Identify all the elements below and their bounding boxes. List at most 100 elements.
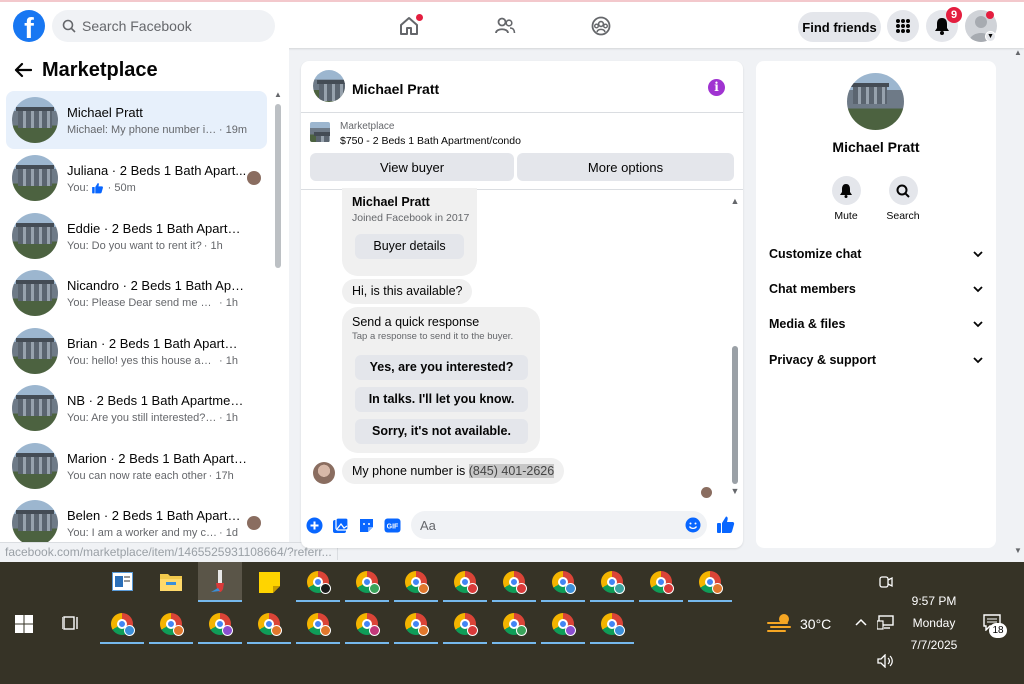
page-scrollbar[interactable]: ▲ ▼ <box>1012 48 1024 560</box>
taskbar-paint-app[interactable] <box>198 562 242 602</box>
taskbar-chrome-window[interactable] <box>100 604 144 644</box>
friends-icon[interactable] <box>491 12 519 40</box>
contact-name[interactable]: Michael Pratt <box>756 139 996 155</box>
conversation-item[interactable]: NB · 2 Beds 1 Bath Apartment/c... You: Ar… <box>6 379 267 437</box>
conversation-item[interactable]: Belen · 2 Beds 1 Bath Apartm... You: I am… <box>6 494 267 548</box>
taskbar-chrome-window[interactable] <box>639 562 683 602</box>
weather-temperature[interactable]: 30°C <box>800 616 831 632</box>
menu-grid-icon[interactable] <box>887 10 919 42</box>
media-files-section[interactable]: Media & files <box>769 313 983 335</box>
marketplace-title: Marketplace <box>42 58 158 81</box>
taskbar-chrome-window[interactable] <box>688 562 732 602</box>
clock-date[interactable]: 7/7/2025 <box>905 638 963 652</box>
quick-response-not-available[interactable]: Sorry, it's not available. <box>355 419 528 444</box>
volume-icon[interactable] <box>877 654 894 668</box>
meet-now-icon[interactable] <box>879 574 893 590</box>
view-buyer-button[interactable]: View buyer <box>310 153 514 181</box>
chat-members-section[interactable]: Chat members <box>769 278 983 300</box>
facebook-logo[interactable]: f <box>13 10 45 42</box>
contact-avatar[interactable] <box>313 70 345 102</box>
clock-time[interactable]: 9:57 PM <box>905 594 963 608</box>
search-input[interactable] <box>82 18 262 34</box>
privacy-support-section[interactable]: Privacy & support <box>769 349 983 371</box>
home-notification-dot <box>416 14 423 21</box>
taskbar-chrome-window[interactable] <box>394 562 438 602</box>
taskbar-chrome-window[interactable] <box>541 604 585 644</box>
sticker-icon[interactable] <box>358 517 375 534</box>
mute-action[interactable]: Mute <box>821 176 871 222</box>
conversation-item[interactable]: Marion · 2 Beds 1 Bath Apartme... You can… <box>6 437 267 495</box>
taskbar-chrome-window[interactable] <box>492 604 536 644</box>
contact-large-avatar[interactable] <box>847 73 904 130</box>
taskbar-chrome-window[interactable] <box>541 562 585 602</box>
buyer-details-button[interactable]: Buyer details <box>355 234 464 259</box>
conversation-item[interactable]: Nicandro · 2 Beds 1 Bath Apart... You: Pl… <box>6 264 267 322</box>
info-icon[interactable]: i <box>708 79 725 96</box>
conversation-item[interactable]: Juliana · 2 Beds 1 Bath Apart... You: · 5… <box>6 149 267 207</box>
taskbar-chrome-window[interactable] <box>345 604 389 644</box>
conversation-scrollbar[interactable]: ▲ <box>273 90 283 548</box>
search-box[interactable] <box>52 10 275 42</box>
conversation-item[interactable]: Michael Pratt Michael: My phone number is… <box>6 91 267 149</box>
taskbar-chrome-window[interactable] <box>296 562 340 602</box>
conversation-scrollbar-thumb[interactable] <box>275 104 281 268</box>
quick-response-title: Send a quick response <box>352 315 480 329</box>
listing-detail[interactable]: $750 - 2 Beds 1 Bath Apartment/condo <box>340 135 521 147</box>
listing-avatar <box>12 213 58 259</box>
task-view-icon[interactable] <box>62 615 80 631</box>
back-arrow-icon[interactable] <box>14 62 32 78</box>
taskbar-chrome-window[interactable] <box>345 562 389 602</box>
chat-scrollbar-thumb[interactable] <box>732 346 738 484</box>
chat-contact-name[interactable]: Michael Pratt <box>352 81 439 97</box>
plus-circle-icon[interactable] <box>306 517 323 534</box>
home-icon[interactable] <box>395 12 423 40</box>
conversation-preview-row: You: Please Dear send me your nu...· 1h <box>67 297 247 309</box>
conversation-item[interactable]: Brian · 2 Beds 1 Bath Apartment... You: h… <box>6 322 267 380</box>
weather-icon[interactable] <box>767 612 793 634</box>
clock-day[interactable]: Monday <box>905 616 963 630</box>
taskbar-chrome-window[interactable] <box>296 604 340 644</box>
page-scroll-down-icon[interactable]: ▼ <box>1014 546 1022 555</box>
taskbar-chrome-window[interactable] <box>394 604 438 644</box>
photo-icon[interactable] <box>332 517 349 534</box>
like-thumb-icon[interactable] <box>716 515 735 534</box>
conversation-time: · 1h <box>219 296 238 309</box>
phone-message-bubble: My phone number is (845) 401-2626 <box>342 458 565 484</box>
more-options-button[interactable]: More options <box>517 153 734 181</box>
taskbar-chrome-window[interactable] <box>590 562 634 602</box>
taskbar-chrome-window[interactable] <box>492 562 536 602</box>
gif-icon[interactable]: GIF <box>384 517 401 534</box>
page-scroll-up-icon[interactable]: ▲ <box>1014 48 1022 57</box>
account-chevron-icon[interactable]: ▼ <box>985 31 996 42</box>
taskbar-sticky-notes[interactable] <box>247 562 291 602</box>
find-friends-button[interactable]: Find friends <box>798 12 881 42</box>
message-input[interactable] <box>411 511 707 539</box>
listing-thumbnail[interactable] <box>310 122 330 142</box>
sender-avatar[interactable] <box>313 462 335 484</box>
search-action[interactable]: Search <box>878 176 928 222</box>
quick-response-yes[interactable]: Yes, are you interested? <box>355 355 528 380</box>
phone-number-link[interactable]: (845) 401-2626 <box>468 464 555 478</box>
chat-scroll-up-icon[interactable]: ▲ <box>729 196 741 206</box>
customize-chat-section[interactable]: Customize chat <box>769 243 983 265</box>
scroll-up-icon[interactable]: ▲ <box>274 90 282 99</box>
chat-scrollbar[interactable]: ▲ ▼ <box>729 192 741 496</box>
taskbar-chrome-window[interactable] <box>247 604 291 644</box>
taskbar-window-manager[interactable] <box>100 562 144 602</box>
taskbar-chrome-window[interactable] <box>443 604 487 644</box>
taskbar-chrome-window[interactable] <box>590 604 634 644</box>
windows-start-icon[interactable] <box>15 615 33 633</box>
taskbar-chrome-window[interactable] <box>198 604 242 644</box>
quick-response-in-talks[interactable]: In talks. I'll let you know. <box>355 387 528 412</box>
chrome-profile-badge <box>516 583 527 594</box>
conversation-text: Juliana · 2 Beds 1 Bath Apart... You: · 5… <box>67 163 247 194</box>
listing-avatar <box>12 155 58 201</box>
emoji-icon[interactable] <box>685 517 701 533</box>
conversation-item[interactable]: Eddie · 2 Beds 1 Bath Apartmen... You: Do… <box>6 207 267 265</box>
network-icon[interactable] <box>877 615 895 630</box>
taskbar-chrome-window[interactable] <box>443 562 487 602</box>
taskbar-file-explorer[interactable] <box>149 562 193 602</box>
taskbar-chrome-window[interactable] <box>149 604 193 644</box>
groups-icon[interactable] <box>587 12 615 40</box>
show-hidden-icons-chevron-icon[interactable] <box>855 618 867 626</box>
